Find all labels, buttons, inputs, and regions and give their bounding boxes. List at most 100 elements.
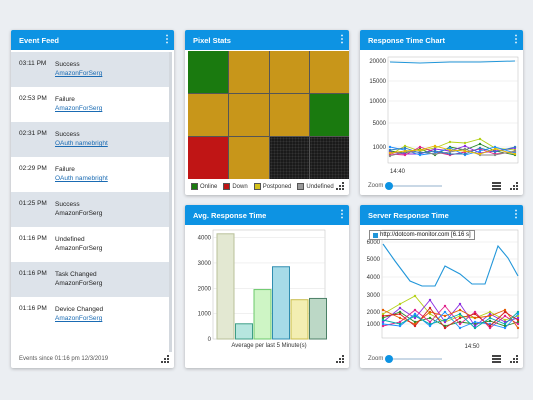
event-device-link[interactable]: OAuth namebright (55, 175, 108, 182)
pixel-grid (188, 51, 349, 179)
series-point (493, 150, 497, 154)
avg-response-time-widget: Avg. Response Time ⋮ 4000 3000 2000 1000 0 Av… (185, 205, 349, 368)
event-device-link[interactable]: AmazonForSerg (55, 105, 102, 112)
pixel-cell-postponed[interactable] (310, 51, 349, 93)
pixel-cell-undefined[interactable] (310, 137, 349, 179)
tooltip-swatch-icon (373, 232, 378, 238)
legend-label: Postponed (262, 184, 292, 191)
series-point (503, 322, 507, 326)
y-tick-label: 0 (208, 337, 212, 343)
event-status: Failure (55, 96, 75, 103)
zoom-slider-handle[interactable] (385, 355, 394, 363)
series-point (413, 324, 417, 328)
series-point (403, 146, 407, 150)
pixel-cell-postponed[interactable] (228, 94, 269, 136)
pixel-cell-postponed[interactable] (188, 94, 228, 136)
event-status: Success (55, 61, 80, 68)
chart-tooltip: http://dotcom-monitor.com [6.16 s] (369, 230, 475, 240)
resize-grip-icon[interactable] (510, 182, 519, 191)
legend-label: Down (232, 184, 248, 191)
pixel-cell-down[interactable] (188, 137, 228, 179)
series-point (448, 148, 452, 152)
server-response-line-chart[interactable]: 60005000400030002000100014:50 (360, 226, 523, 351)
series-point (516, 326, 520, 330)
pixel-cell-postponed[interactable] (269, 51, 310, 93)
event-device-link[interactable]: AmazonForSerg (55, 315, 102, 322)
pixel-stats-header: Pixel Stats ⋮ (185, 30, 349, 50)
list-view-icon[interactable] (492, 355, 501, 364)
series-point (381, 308, 385, 312)
event-feed-widget: Event Feed ⋮ 03:11 PM Success AmazonForSer… (11, 30, 174, 368)
legend-item: Online (191, 183, 217, 190)
y-tick-label: 5000 (373, 121, 387, 127)
series-point (403, 149, 407, 153)
series-point (493, 153, 497, 157)
series-point (443, 314, 447, 318)
series-point (473, 320, 477, 324)
pixel-cell-postponed[interactable] (228, 51, 269, 93)
series-point (433, 144, 437, 148)
avg-response-time-header: Avg. Response Time ⋮ (185, 205, 349, 225)
event-row: 02:29 PM Failure OAuth namebright (11, 157, 170, 192)
y-tick-label: 1000 (373, 145, 387, 151)
y-tick-label: 3000 (198, 261, 212, 267)
pixel-cell-postponed[interactable] (228, 137, 269, 179)
event-device: AmazonForSerg (55, 210, 103, 217)
pixel-cell-undefined[interactable] (269, 137, 310, 179)
series-point (418, 148, 422, 152)
server-response-time-menu-icon[interactable]: ⋮ (511, 209, 521, 221)
pixel-stats-widget: Pixel Stats ⋮ Online Down Postponed Undefin… (185, 30, 349, 195)
series-point (398, 316, 402, 320)
event-time: 02:31 PM (19, 130, 47, 137)
event-time: 01:16 PM (19, 235, 47, 242)
pixel-cell-postponed[interactable] (269, 94, 310, 136)
avg-response-time-menu-icon[interactable]: ⋮ (337, 209, 347, 221)
resize-grip-icon[interactable] (336, 182, 345, 191)
zoom-slider-handle[interactable] (385, 182, 394, 190)
avg-response-bar-chart[interactable]: 4000 3000 2000 1000 0 Average per last 5 Minu… (185, 226, 349, 366)
pixel-legend: Online Down Postponed Undefined (191, 183, 334, 190)
y-tick-label: 3000 (367, 293, 381, 299)
series-point (448, 152, 452, 156)
response-time-chart-menu-icon[interactable]: ⋮ (511, 34, 521, 46)
series-point (503, 326, 507, 330)
event-time: 01:25 PM (19, 200, 47, 207)
server-response-time-header: Server Response Time ⋮ (360, 205, 523, 225)
resize-grip-icon[interactable] (336, 355, 345, 364)
series-point (478, 149, 482, 153)
event-row: 02:31 PM Success OAuth namebright (11, 122, 170, 157)
series-point (488, 324, 492, 328)
resize-grip-icon[interactable] (510, 355, 519, 364)
series-point (413, 308, 417, 312)
response-time-chart-header: Response Time Chart ⋮ (360, 30, 523, 50)
event-feed-scrollbar[interactable] (169, 52, 172, 352)
series-point (381, 318, 385, 322)
event-status: Task Changed (55, 271, 97, 278)
pixel-stats-menu-icon[interactable]: ⋮ (337, 34, 347, 46)
legend-item: Down (223, 183, 248, 191)
zoom-slider[interactable] (385, 355, 443, 363)
series-point (433, 152, 437, 156)
series-point (398, 312, 402, 316)
legend-label: Undefined (306, 184, 334, 191)
series-point (516, 318, 520, 322)
y-tick-label: 10000 (369, 99, 386, 105)
event-feed-menu-icon[interactable]: ⋮ (162, 34, 172, 46)
list-view-icon[interactable] (492, 182, 501, 191)
legend-label: Online (200, 184, 218, 191)
pixel-cell-online[interactable] (310, 94, 349, 136)
zoom-slider[interactable] (385, 182, 443, 190)
y-tick-label: 6000 (367, 240, 381, 246)
event-device-link[interactable]: OAuth namebright (55, 140, 108, 147)
event-row: 01:25 PM Success AmazonForSerg (11, 192, 170, 227)
event-list: 03:11 PM Success AmazonForSerg 02:53 PM Fail… (11, 52, 170, 332)
pixel-cell-online[interactable] (188, 51, 228, 93)
response-time-line-chart[interactable]: 20000 15000 10000 5000 1000 14:40 (360, 51, 523, 176)
event-device-link[interactable]: AmazonForSerg (55, 70, 102, 77)
resize-grip-icon[interactable] (161, 355, 170, 364)
series-point (463, 141, 467, 145)
series-point (443, 318, 447, 322)
series-point (381, 314, 385, 318)
event-feed-header: Event Feed ⋮ (11, 30, 174, 50)
zoom-label: Zoom (368, 183, 384, 189)
